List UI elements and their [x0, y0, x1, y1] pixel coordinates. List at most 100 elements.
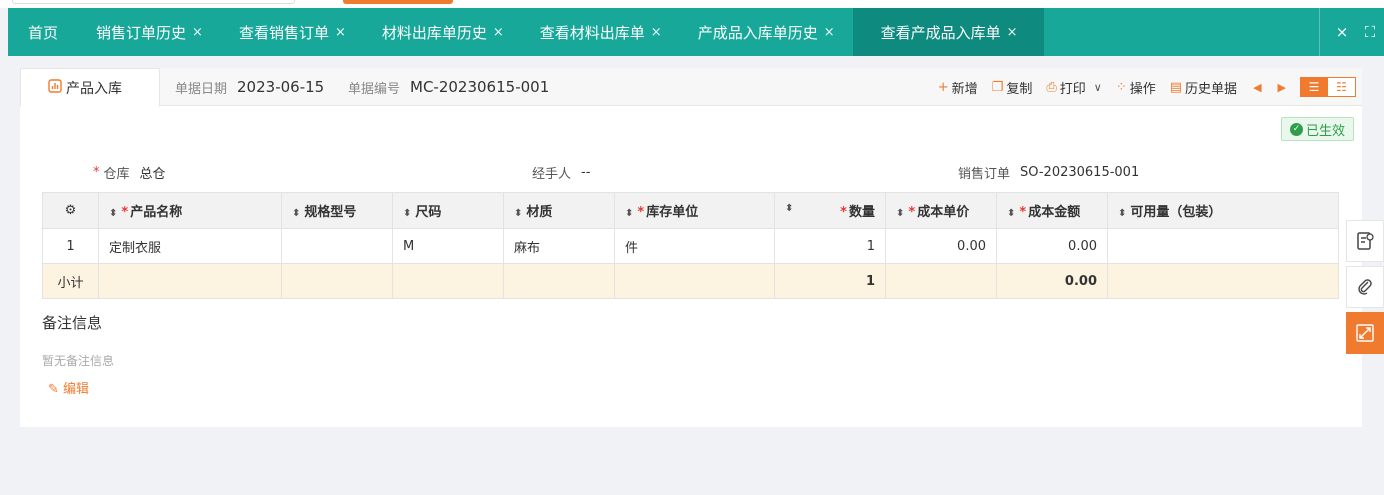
divider: [1319, 8, 1320, 56]
check-circle-icon: ✓: [1289, 122, 1303, 136]
column-header[interactable]: ⬍ 尺码: [392, 192, 504, 229]
tab-sales-order-history[interactable]: 销售订单历史 ×: [78, 8, 221, 56]
tab-finished-goods-history[interactable]: 产成品入库单历史 ×: [680, 8, 853, 56]
sort-icon[interactable]: ⬍: [109, 208, 117, 219]
print-button[interactable]: ⎙ 打印 ∨: [1046, 78, 1101, 97]
sort-icon[interactable]: ⬍: [1007, 208, 1015, 219]
chart-icon: [48, 78, 62, 97]
tab-label: 产成品入库单历史: [697, 23, 818, 42]
header-label: 数量: [848, 205, 875, 220]
amount-cell: 0.00: [996, 228, 1108, 264]
tab-view-material-issue[interactable]: 查看材料出库单 ×: [522, 8, 680, 56]
subtotal-empty: [503, 263, 615, 299]
new-button[interactable]: + 新增: [938, 78, 978, 97]
subtotal-empty: [392, 263, 504, 299]
toolbar: + 新增 ❐ 复制 ⎙ 打印 ∨ ⁘ 操作 ▤ 历史单据 ◀ ▶ ☰ ☷: [924, 68, 1356, 106]
column-header[interactable]: ⬍ 材质: [503, 192, 615, 229]
column-header[interactable]: ⬍ * 成本单价: [885, 192, 997, 229]
settings-header[interactable]: ⚙: [42, 192, 99, 229]
prev-arrow-icon[interactable]: ◀: [1253, 81, 1261, 94]
table-header-row: ⚙ ⬍ * 产品名称 ⬍ 规格型号 ⬍ 尺码 ⬍ 材质 ⬍ * 库存单位 ⬍ * 数量 ⬍ * 成本单…: [42, 192, 1339, 229]
subtotal-row: 小计 1 0.00: [42, 263, 1339, 299]
required-asterisk: *: [637, 205, 645, 220]
header-label: 成本单价: [917, 205, 970, 220]
sort-icon[interactable]: ⬍: [625, 208, 633, 219]
tab-material-issue-history[interactable]: 材料出库单历史 ×: [364, 8, 522, 56]
column-header[interactable]: ⬍ * 成本金额: [996, 192, 1108, 229]
edit-notes-button[interactable]: ✎ 编辑: [48, 378, 89, 397]
sort-icon[interactable]: ⬍: [785, 203, 793, 214]
document-header: 产品入库 单据日期 2023-06-15 单据编号 MC-20230615-00…: [20, 68, 1362, 107]
column-header[interactable]: ⬍ * 产品名称: [98, 192, 282, 229]
plus-icon: +: [937, 79, 949, 95]
column-header[interactable]: ⬍ * 数量: [774, 192, 886, 229]
header-label: 产品名称: [130, 205, 183, 220]
view-toggle: ☰ ☷: [1300, 77, 1356, 97]
tab-label: 首页: [28, 23, 59, 42]
edit-icon: ✎: [48, 382, 59, 397]
expand-icon[interactable]: [1346, 312, 1384, 354]
unit-cell: 件: [614, 228, 775, 264]
close-icon[interactable]: ×: [335, 25, 346, 40]
next-arrow-icon[interactable]: ▶: [1278, 81, 1286, 94]
row-index: 1: [42, 228, 99, 264]
header-label: 尺码: [415, 205, 442, 220]
history-button[interactable]: ▤ 历史单据: [1170, 78, 1237, 97]
subtab-product-inbound[interactable]: 产品入库: [20, 68, 160, 107]
clipboard-icon[interactable]: [1346, 220, 1384, 262]
column-header[interactable]: ⬍ 规格型号: [281, 192, 393, 229]
close-icon[interactable]: ×: [192, 25, 203, 40]
copy-button[interactable]: ❐ 复制: [992, 78, 1033, 97]
close-all-icon[interactable]: ×: [1328, 8, 1356, 56]
required-asterisk: *: [93, 164, 100, 180]
column-header[interactable]: ⬍ 可用量（包装）: [1107, 192, 1339, 229]
number-label: 单据编号: [348, 81, 401, 97]
detail-view-icon[interactable]: ☷: [1328, 77, 1356, 97]
warehouse-value: 总仓: [139, 166, 166, 182]
header-label: 材质: [526, 205, 553, 220]
close-icon[interactable]: ×: [1007, 25, 1018, 40]
tab-view-sales-order[interactable]: 查看销售订单 ×: [221, 8, 364, 56]
tabbar-controls: × ⛶: [1319, 8, 1384, 56]
gear-icon[interactable]: ⚙: [65, 203, 77, 218]
close-icon[interactable]: ×: [651, 25, 662, 40]
sales-order-value[interactable]: SO-20230615-001: [1020, 165, 1139, 180]
sort-icon[interactable]: ⬍: [1118, 208, 1126, 219]
sort-icon[interactable]: ⬍: [896, 208, 904, 219]
sort-icon[interactable]: ⬍: [403, 208, 411, 219]
attachment-icon[interactable]: [1346, 266, 1384, 308]
tab-label: 材料出库单历史: [381, 23, 487, 42]
required-asterisk: *: [840, 205, 847, 220]
search-box-edge[interactable]: [12, 0, 295, 4]
sales-order-field: 销售订单 SO-20230615-001: [958, 162, 1139, 182]
status-text: 已生效: [1305, 123, 1345, 139]
notes-empty-text: 暂无备注信息: [42, 354, 115, 368]
tab-label: 查看销售订单: [238, 23, 329, 42]
sort-icon[interactable]: ⬍: [514, 208, 522, 219]
handler-field: 经手人 --: [532, 162, 590, 182]
close-icon[interactable]: ×: [824, 25, 835, 40]
column-header[interactable]: ⬍ * 库存单位: [614, 192, 775, 229]
subtotal-qty: 1: [774, 263, 886, 299]
sort-icon[interactable]: ⬍: [292, 208, 300, 219]
chevron-down-icon[interactable]: ∨: [1094, 81, 1102, 94]
new-label: 新增: [951, 81, 978, 97]
printer-icon: ⎙: [1046, 79, 1057, 95]
fullscreen-icon[interactable]: ⛶: [1356, 8, 1384, 56]
tab-label: 销售订单历史: [96, 23, 187, 42]
required-asterisk: *: [908, 205, 916, 220]
orange-button-edge[interactable]: [343, 0, 453, 4]
table-row[interactable]: 1 定制衣服 M 麻布 件 1 0.00 0.00: [42, 228, 1339, 264]
operate-label: 操作: [1129, 81, 1156, 97]
unit-cost-cell: 0.00: [885, 228, 997, 264]
tab-view-finished-goods[interactable]: 查看产成品入库单 ×: [852, 8, 1044, 56]
list-view-icon[interactable]: ☰: [1300, 77, 1328, 97]
spec-cell: [281, 228, 393, 264]
warehouse-field: * 仓库 总仓: [93, 162, 166, 182]
header-label: 成本金额: [1028, 205, 1081, 220]
copy-label: 复制: [1006, 81, 1033, 97]
operate-button[interactable]: ⁘ 操作: [1116, 78, 1156, 97]
tab-home[interactable]: 首页: [8, 8, 78, 56]
close-icon[interactable]: ×: [493, 25, 504, 40]
size-cell: M: [392, 228, 504, 264]
